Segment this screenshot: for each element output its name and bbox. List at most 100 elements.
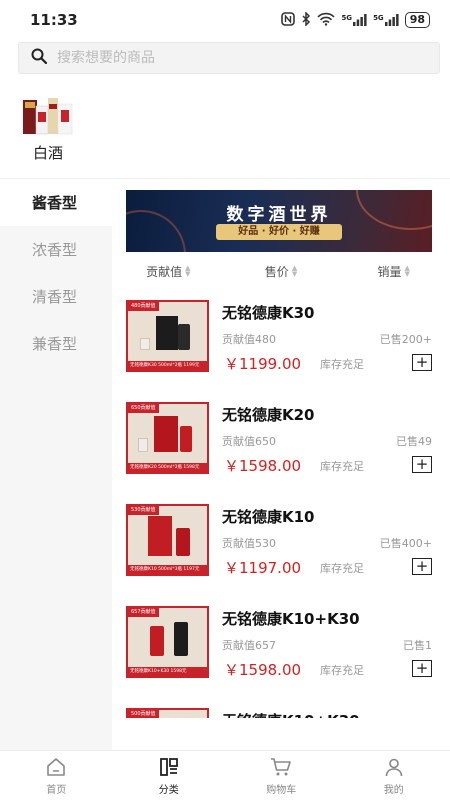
image-tag: 650贡献值: [128, 404, 159, 413]
product-price: ￥1598.00: [224, 457, 302, 475]
bottle-box: [156, 316, 178, 350]
image-caption: 无铭德康K30 500ml*2瓶 1199元: [128, 361, 207, 370]
image-tag: 530贡献值: [128, 506, 159, 515]
nav-label: 我的: [383, 784, 404, 796]
banner-subtitle: 好品 · 好价 · 好赚: [216, 224, 342, 240]
nav-me[interactable]: 我的: [338, 751, 450, 800]
product-card-partial[interactable]: 500贡献值 无铭德康K10+K30: [112, 706, 450, 718]
banner-title: 数字酒世界: [226, 205, 332, 225]
product-sold: 已售49: [396, 435, 432, 448]
product-contribution: 贡献值657: [222, 639, 276, 652]
image-tag: 480贡献值: [128, 302, 159, 311]
image-tag: 657贡献值: [128, 608, 159, 617]
product-name: 无铭德康K30: [222, 304, 315, 322]
product-image: 650贡献值 无铭德康K20 500ml*2瓶 1598元: [126, 402, 209, 474]
add-to-cart-button[interactable]: +: [412, 354, 432, 371]
product-stock: 库存充足: [320, 664, 364, 677]
product-name: 无铭德康K20: [222, 406, 315, 424]
nav-label: 首页: [46, 784, 67, 796]
glass: [140, 338, 150, 350]
product-image: 500贡献值: [126, 708, 209, 718]
product-sold: 已售400+: [379, 537, 432, 550]
add-to-cart-button[interactable]: +: [412, 456, 432, 473]
product-name: 无铭德康K10+K30: [222, 610, 360, 628]
product-card[interactable]: 530贡献值 无铭德康K10 500ml*3瓶 1197元 无铭德康K10 贡献…: [112, 502, 450, 592]
product-image: 480贡献值 无铭德康K30 500ml*2瓶 1199元: [126, 300, 209, 372]
glass: [138, 438, 148, 452]
promo-banner[interactable]: 数字酒世界 好品 · 好价 · 好赚: [126, 190, 432, 252]
add-to-cart-button[interactable]: +: [412, 558, 432, 575]
product-list: 480贡献值 无铭德康K30 500ml*2瓶 1199元 无铭德康K30 贡献…: [112, 298, 450, 718]
product-image: 657贡献值 无铭德康K10+K30 1598元: [126, 606, 209, 678]
product-sold: 已售200+: [379, 333, 432, 346]
nav-home[interactable]: 首页: [0, 751, 113, 800]
product-contribution: 贡献值650: [222, 435, 276, 448]
nfc-icon: [281, 11, 296, 29]
network-type-2: 5G: [373, 14, 384, 22]
image-caption: 无铭德康K10 500ml*3瓶 1197元: [128, 565, 207, 574]
bottle-box: [154, 416, 178, 452]
user-icon: [383, 756, 405, 778]
sort-label: 贡献值: [146, 264, 183, 279]
search-input[interactable]: [57, 50, 417, 66]
top-category-label: 白酒: [32, 144, 63, 162]
product-price: ￥1199.00: [224, 355, 302, 373]
product-name: 无铭德康K10: [222, 508, 315, 526]
sort-by-price[interactable]: 售价 ▲ ▼: [225, 263, 338, 280]
image-caption: 无铭德康K10+K30 1598元: [128, 667, 207, 676]
product-image: 530贡献值 无铭德康K10 500ml*3瓶 1197元: [126, 504, 209, 576]
image-caption: 无铭德康K20 500ml*2瓶 1598元: [128, 463, 207, 472]
bottle: [174, 622, 188, 656]
category-icon: [158, 756, 180, 778]
status-bar: 11:33 5G 5G 98: [0, 0, 450, 40]
bluetooth-icon: [301, 10, 311, 29]
search-bar[interactable]: [18, 42, 440, 74]
product-card[interactable]: 650贡献值 无铭德康K20 500ml*2瓶 1598元 无铭德康K20 贡献…: [112, 400, 450, 490]
product-stock: 库存充足: [320, 562, 364, 575]
product-name: 无铭德康K10+K30: [222, 710, 360, 718]
bottom-nav: 首页 分类 购物车 我的: [0, 750, 450, 800]
bottle-box: [148, 516, 172, 556]
sidebar-item-qingxiang[interactable]: 清香型: [0, 273, 112, 320]
sidebar-item-jianxiang[interactable]: 兼香型: [0, 320, 112, 367]
nav-cart[interactable]: 购物车: [225, 751, 338, 800]
network-type-1: 5G: [341, 14, 353, 22]
product-contribution: 贡献值480: [222, 333, 276, 346]
sort-by-sales[interactable]: 销量 ▲ ▼: [337, 263, 450, 280]
cart-icon: [270, 756, 292, 778]
sort-label: 销量: [377, 264, 402, 279]
image-tag: 500贡献值: [128, 710, 159, 718]
product-price: ￥1197.00: [224, 559, 302, 577]
product-card[interactable]: 480贡献值 无铭德康K30 500ml*2瓶 1199元 无铭德康K30 贡献…: [112, 298, 450, 388]
bottle: [176, 528, 190, 556]
sidebar-item-nongxiang[interactable]: 浓香型: [0, 226, 112, 273]
sort-arrows-icon: ▲ ▼: [291, 264, 298, 278]
top-category-baijiu[interactable]: 白酒: [18, 96, 78, 166]
nav-label: 分类: [158, 784, 179, 796]
signal-1-icon: 5G: [341, 14, 367, 26]
sort-bar: 贡献值 ▲ ▼ 售价 ▲ ▼ 销量 ▲ ▼: [112, 258, 450, 284]
product-sold: 已售1: [403, 639, 432, 652]
signal-2-icon: 5G: [373, 14, 399, 26]
wifi-icon: [317, 12, 336, 29]
product-card[interactable]: 657贡献值 无铭德康K10+K30 1598元 无铭德康K10+K30 贡献值…: [112, 604, 450, 694]
product-price: ￥1598.00: [224, 661, 302, 679]
status-icons: 5G 5G 98: [281, 10, 430, 29]
bottle: [180, 426, 192, 452]
sidebar-item-jiangxiang[interactable]: 酱香型: [0, 179, 112, 226]
sort-by-contribution[interactable]: 贡献值 ▲ ▼: [112, 263, 225, 280]
sort-label: 售价: [264, 264, 289, 279]
bottle: [150, 626, 164, 656]
home-icon: [45, 756, 67, 778]
status-time: 11:33: [30, 11, 78, 29]
product-stock: 库存充足: [320, 358, 364, 371]
sort-arrows-icon: ▲ ▼: [185, 264, 191, 278]
battery-icon: 98: [404, 12, 430, 28]
sidebar: 酱香型 浓香型 清香型 兼香型: [0, 179, 112, 750]
search-icon: [31, 48, 48, 68]
bottle: [178, 324, 190, 350]
add-to-cart-button[interactable]: +: [412, 660, 432, 677]
nav-category[interactable]: 分类: [113, 751, 226, 800]
sort-arrows-icon: ▲ ▼: [404, 264, 410, 278]
product-stock: 库存充足: [320, 460, 364, 473]
